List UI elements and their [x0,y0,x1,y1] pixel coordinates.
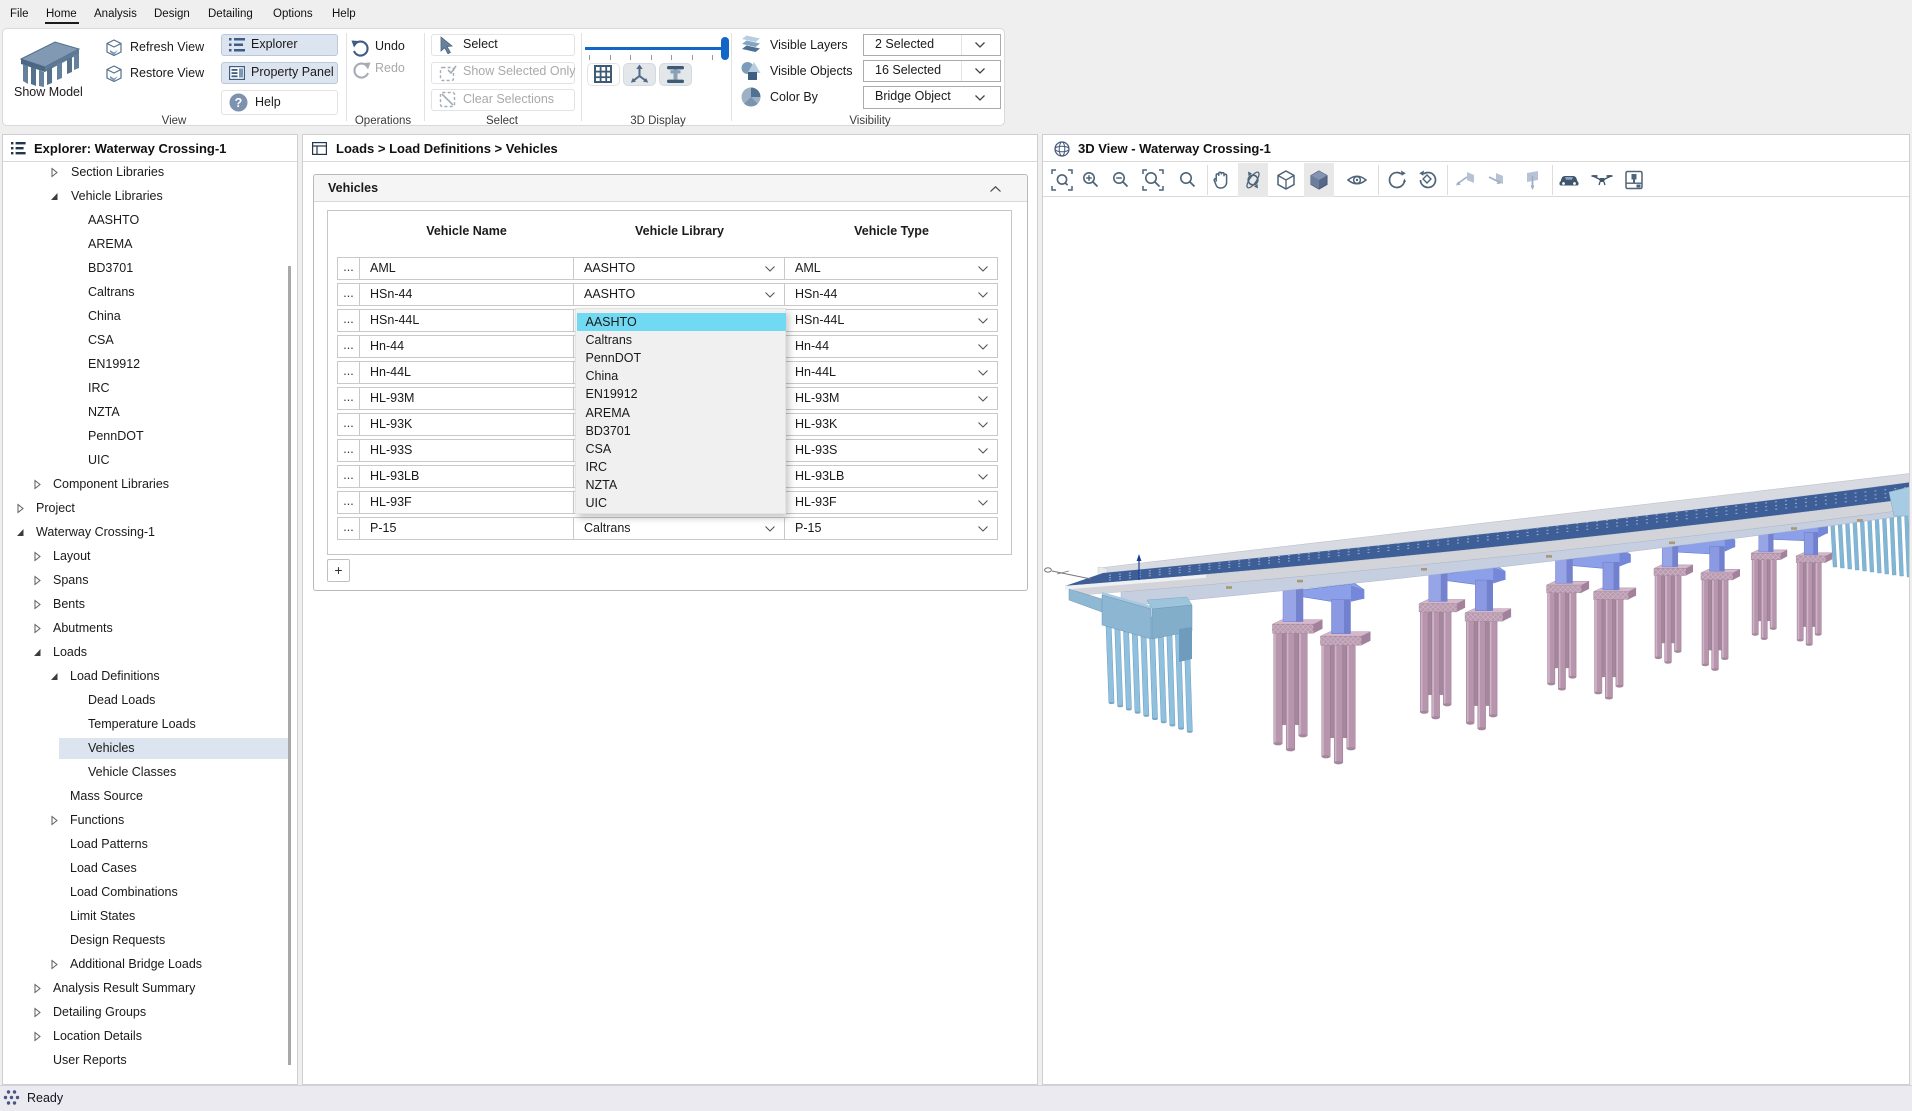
svg-text:?: ? [235,96,243,110]
